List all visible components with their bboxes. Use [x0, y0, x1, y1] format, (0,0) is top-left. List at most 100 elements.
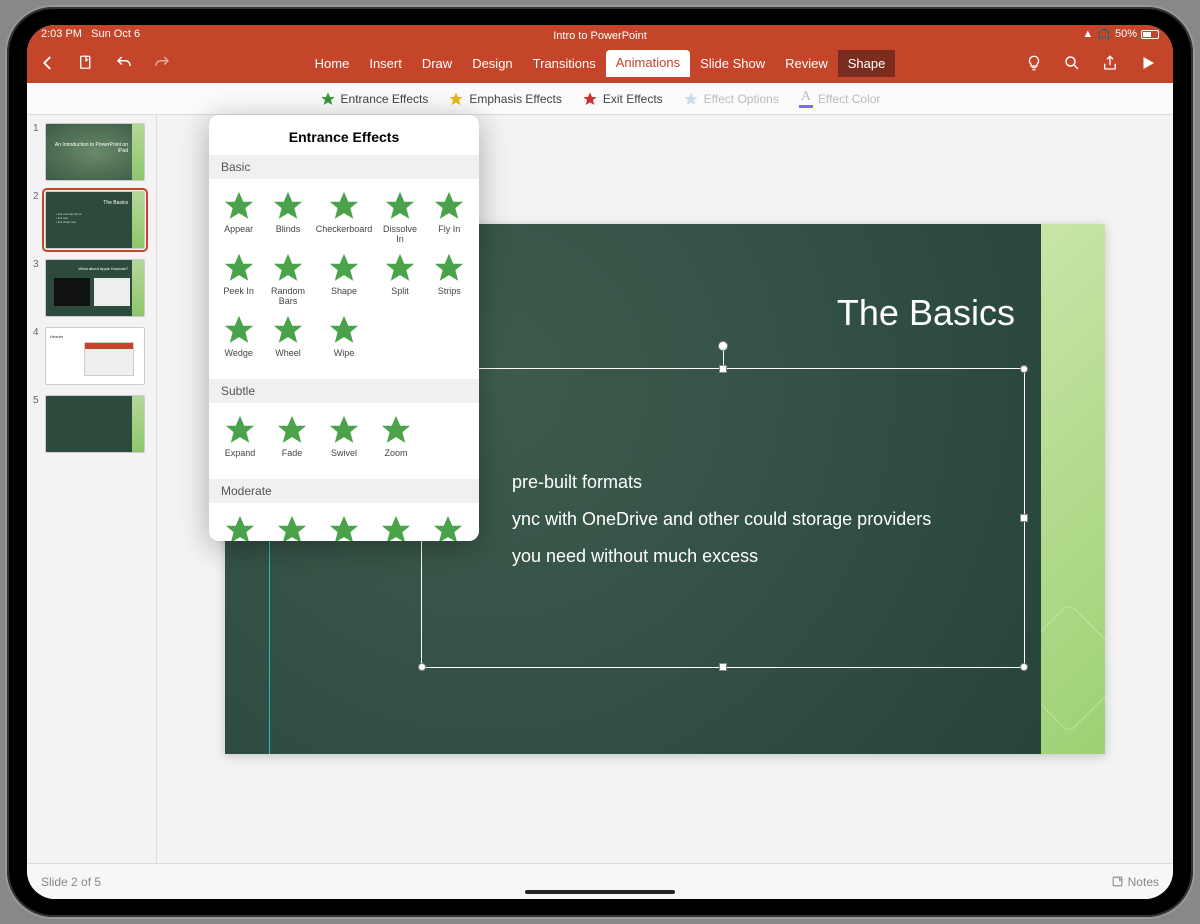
- notes-button[interactable]: Notes: [1111, 875, 1159, 889]
- tab-insert[interactable]: Insert: [359, 50, 412, 77]
- effect-swivel[interactable]: Swivel: [319, 411, 369, 469]
- slide-thumbnail[interactable]: The Basics• line one two three• line two…: [45, 191, 145, 249]
- effect-label: Fade: [269, 449, 315, 467]
- headphones-icon: 🎧: [1097, 28, 1111, 41]
- star-icon: [271, 251, 305, 285]
- slide-thumbnail-panel[interactable]: 1 An Introduction to PowerPoint on iPad …: [27, 115, 157, 863]
- emphasis-effects-label: Emphasis Effects: [469, 92, 561, 106]
- ipad-device-frame: 2:03 PM Sun Oct 6 ▲ 🎧 50% Intro to Power…: [7, 7, 1193, 917]
- slide-canvas[interactable]: The Basics pre-built formats ync wi: [157, 115, 1173, 863]
- bullet-text: pre-built formats: [512, 469, 642, 496]
- tab-draw[interactable]: Draw: [412, 50, 462, 77]
- tab-review[interactable]: Review: [775, 50, 838, 77]
- resize-handle[interactable]: [719, 663, 727, 671]
- tab-transitions[interactable]: Transitions: [523, 50, 606, 77]
- effect-label: Strips: [428, 287, 471, 305]
- tab-design[interactable]: Design: [462, 50, 522, 77]
- exit-effects-button[interactable]: Exit Effects: [582, 91, 663, 107]
- star-icon: [582, 91, 598, 107]
- effect-item[interactable]: [215, 511, 265, 541]
- effect-label: Wedge: [217, 349, 260, 367]
- tab-animations[interactable]: Animations: [606, 50, 690, 77]
- tab-slideshow[interactable]: Slide Show: [690, 50, 775, 77]
- resize-handle[interactable]: [719, 365, 727, 373]
- entrance-effects-label: Entrance Effects: [341, 92, 429, 106]
- effect-appear[interactable]: Appear: [215, 187, 262, 247]
- effect-label: Zoom: [373, 449, 419, 467]
- effect-wipe[interactable]: Wipe: [314, 311, 375, 369]
- effect-wedge[interactable]: Wedge: [215, 311, 262, 369]
- effect-zoom[interactable]: Zoom: [371, 411, 421, 469]
- effect-item[interactable]: [267, 511, 317, 541]
- resize-handle[interactable]: [1020, 365, 1028, 373]
- wifi-icon: ▲: [1082, 28, 1093, 40]
- selected-text-box[interactable]: pre-built formats ync with OneDrive and …: [421, 368, 1025, 668]
- effect-split[interactable]: Split: [376, 249, 423, 309]
- tab-shape[interactable]: Shape: [838, 50, 896, 77]
- thumb-number: 5: [33, 395, 41, 453]
- effect-dissolve-in[interactable]: Dissolve In: [376, 187, 423, 247]
- effect-label: Swivel: [321, 449, 367, 467]
- popover-grid-moderate: [209, 503, 479, 541]
- slide-thumbnail[interactable]: [45, 395, 145, 453]
- bullet-text: ync with OneDrive and other could storag…: [512, 506, 931, 533]
- popover-section-header: Moderate: [209, 479, 479, 503]
- popover-title: Entrance Effects: [209, 115, 479, 155]
- slide-counter: Slide 2 of 5: [41, 875, 101, 889]
- thumb-number: 1: [33, 123, 41, 181]
- status-bar: 2:03 PM Sun Oct 6 ▲ 🎧 50%: [27, 25, 1173, 43]
- battery-percent: 50%: [1115, 28, 1137, 40]
- popover-grid-basic: AppearBlindsCheckerboardDissolve In Fly I…: [209, 179, 479, 379]
- slide-thumbnail[interactable]: Header: [45, 327, 145, 385]
- effect-label: Fly In: [428, 225, 471, 243]
- resize-handle[interactable]: [418, 663, 426, 671]
- star-icon: [222, 189, 256, 223]
- slide-accent: [1041, 224, 1105, 754]
- effect-color-button[interactable]: A Effect Color: [799, 89, 881, 108]
- star-icon: [223, 413, 257, 447]
- effect-expand[interactable]: Expand: [215, 411, 265, 469]
- effect-checkerboard[interactable]: Checkerboard: [314, 187, 375, 247]
- effect-options-button[interactable]: Effect Options: [683, 91, 779, 107]
- effect-wheel[interactable]: Wheel: [264, 311, 311, 369]
- rotate-handle[interactable]: [718, 341, 728, 351]
- slide-thumbnail[interactable]: What about Apple Keynote?: [45, 259, 145, 317]
- resize-handle[interactable]: [1020, 514, 1028, 522]
- star-icon: [327, 189, 361, 223]
- effect-random-bars[interactable]: Random Bars: [264, 249, 311, 309]
- popover-grid-subtle: ExpandFade Swivel Zoom: [209, 403, 479, 479]
- effect-item[interactable]: [319, 511, 369, 541]
- effect-blinds[interactable]: Blinds: [264, 187, 311, 247]
- exit-effects-label: Exit Effects: [603, 92, 663, 106]
- effect-fly-in[interactable]: Fly In: [426, 187, 473, 247]
- effect-item[interactable]: [423, 511, 473, 541]
- text-color-icon: A: [799, 89, 813, 108]
- effect-label: Wheel: [266, 349, 309, 367]
- effect-strips[interactable]: Strips: [426, 249, 473, 309]
- effect-label: Dissolve In: [378, 225, 421, 245]
- app-header: Intro to PowerPoint Home Insert Draw Des…: [27, 43, 1173, 83]
- resize-handle[interactable]: [1020, 663, 1028, 671]
- home-indicator[interactable]: [525, 890, 675, 894]
- popover-section-header: Basic: [209, 155, 479, 179]
- star-icon: [275, 513, 309, 541]
- effect-shape[interactable]: Shape: [314, 249, 375, 309]
- status-date: Sun Oct 6: [91, 28, 140, 40]
- emphasis-effects-button[interactable]: Emphasis Effects: [448, 91, 561, 107]
- entrance-effects-button[interactable]: Entrance Effects: [320, 91, 429, 107]
- battery-icon: [1141, 30, 1159, 39]
- star-icon: [320, 91, 336, 107]
- effect-label: Peek In: [217, 287, 260, 305]
- effect-peek-in[interactable]: Peek In: [215, 249, 262, 309]
- star-icon: [271, 189, 305, 223]
- star-icon: [327, 313, 361, 347]
- star-icon: [271, 313, 305, 347]
- effect-fade[interactable]: Fade: [267, 411, 317, 469]
- slide-title[interactable]: The Basics: [837, 292, 1015, 334]
- slide-thumbnail[interactable]: An Introduction to PowerPoint on iPad: [45, 123, 145, 181]
- effect-label: Random Bars: [266, 287, 309, 307]
- ribbon-tabs: Home Insert Draw Design Transitions Anim…: [27, 50, 1173, 77]
- effect-item[interactable]: [371, 511, 421, 541]
- screen: 2:03 PM Sun Oct 6 ▲ 🎧 50% Intro to Power…: [27, 25, 1173, 899]
- tab-home[interactable]: Home: [305, 50, 360, 77]
